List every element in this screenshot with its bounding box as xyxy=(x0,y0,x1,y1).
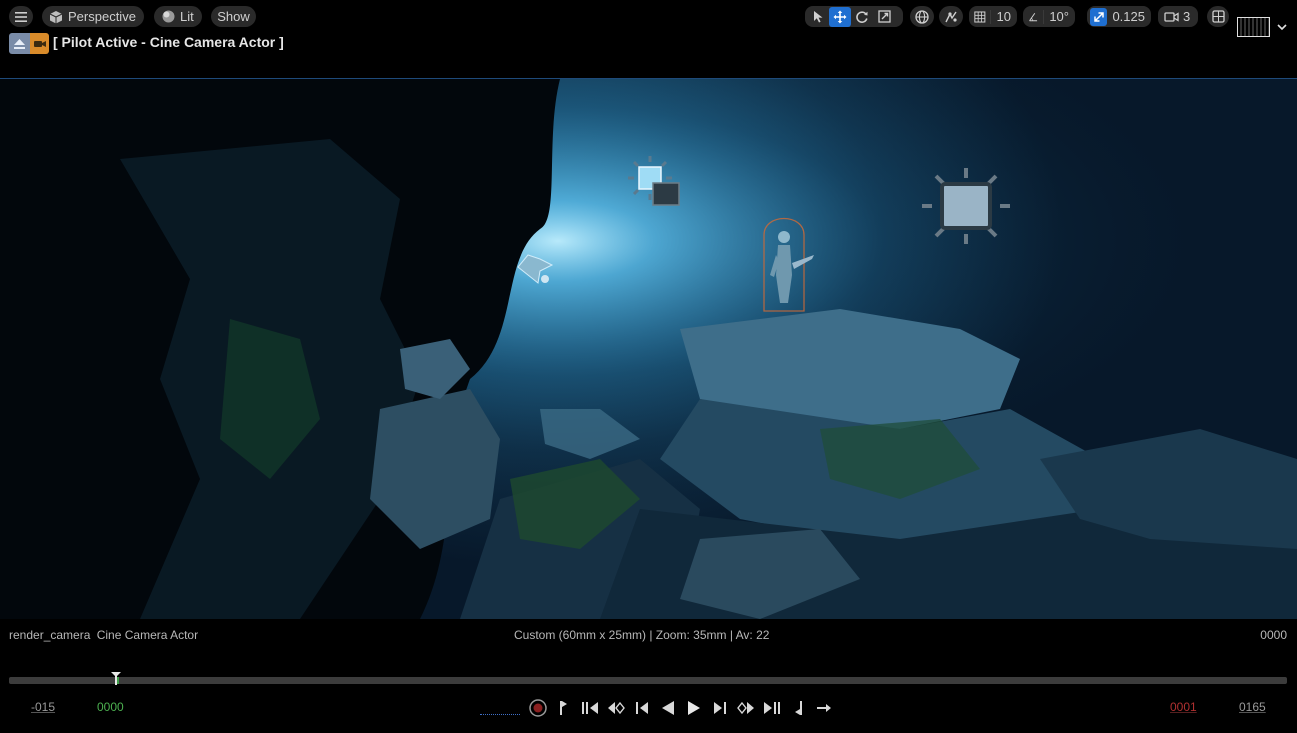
jump-to-next-key-button[interactable] xyxy=(759,696,785,720)
previous-frame-button[interactable] xyxy=(629,696,655,720)
viewport-mode-button[interactable]: Perspective xyxy=(42,6,144,27)
rotate-button[interactable] xyxy=(851,7,873,27)
scale-snap-icon xyxy=(1093,11,1104,22)
scale-snap-value: 0.125 xyxy=(1112,9,1145,24)
translate-button[interactable] xyxy=(829,6,851,27)
next-key-icon xyxy=(737,701,754,715)
camera-name-label: render_camera Cine Camera Actor xyxy=(9,628,198,642)
play-icon xyxy=(688,701,700,715)
timeline-scrubber[interactable] xyxy=(9,677,1287,684)
transform-tools xyxy=(805,6,903,27)
layout-icon xyxy=(1211,10,1225,23)
step-forward-icon xyxy=(764,702,780,714)
transport-controls xyxy=(525,696,837,720)
eject-pilot-button[interactable] xyxy=(9,33,49,54)
divider xyxy=(989,9,991,24)
record-button[interactable] xyxy=(525,696,551,720)
scale-snap-button[interactable]: 0.125 xyxy=(1087,6,1151,27)
viewport-mode-label: Perspective xyxy=(68,9,136,24)
skip-to-end-icon xyxy=(795,701,802,715)
start-frame-label[interactable]: -015 xyxy=(31,700,55,714)
view-mode-button[interactable]: Lit xyxy=(154,6,202,27)
current-frame-label[interactable]: 0000 xyxy=(97,700,124,714)
playhead-marker[interactable] xyxy=(110,671,122,685)
cube-icon xyxy=(49,10,63,24)
rotate-icon xyxy=(856,10,868,23)
show-label: Show xyxy=(217,9,250,24)
rotation-snap-button[interactable]: 10° xyxy=(1023,6,1075,27)
view-mode-label: Lit xyxy=(180,9,194,24)
scale-snap-toggle[interactable] xyxy=(1090,7,1108,26)
play-button[interactable] xyxy=(681,696,707,720)
jump-to-end-button[interactable] xyxy=(785,696,811,720)
grid-icon xyxy=(974,10,986,23)
range-bar xyxy=(480,713,520,715)
camera-name: render_camera xyxy=(9,628,91,642)
frame-forward-icon xyxy=(714,702,726,714)
jump-to-start-button[interactable] xyxy=(551,696,577,720)
jump-to-previous-key-button[interactable] xyxy=(577,696,603,720)
end-frame-label[interactable]: 0165 xyxy=(1239,700,1266,714)
frame-counter: 0000 xyxy=(1260,628,1287,642)
move-icon xyxy=(833,10,847,23)
pilot-title: [ Pilot Active - Cine Camera Actor ] xyxy=(53,34,284,50)
frame-back-icon xyxy=(636,702,648,714)
level-viewport[interactable] xyxy=(0,78,1297,619)
cine-camera-icon xyxy=(30,33,49,54)
select-button[interactable] xyxy=(807,7,829,27)
globe-icon xyxy=(915,9,929,24)
hamburger-icon xyxy=(15,11,27,22)
scale-icon xyxy=(877,10,891,23)
play-reverse-button[interactable] xyxy=(655,696,681,720)
viewport-preview-thumbnail xyxy=(1237,17,1270,37)
menu-button[interactable] xyxy=(9,6,33,27)
play-reverse-icon xyxy=(662,701,674,715)
camera-speed-button[interactable]: 3 xyxy=(1158,6,1198,27)
sphere-icon xyxy=(162,10,175,23)
viewport-options-dropdown[interactable] xyxy=(1236,16,1294,40)
divider xyxy=(1042,9,1044,24)
camera-type: Cine Camera Actor xyxy=(96,628,199,642)
arrow-right-icon xyxy=(817,704,831,712)
cursor-icon xyxy=(813,11,822,23)
surface-snap-icon xyxy=(945,11,957,22)
eject-icon xyxy=(9,33,30,54)
record-icon xyxy=(529,699,547,717)
prev-key-icon xyxy=(608,701,625,715)
skip-to-start-icon xyxy=(560,701,567,715)
next-keyframe-button[interactable] xyxy=(733,696,759,720)
camera-icon xyxy=(1164,11,1179,22)
chevron-down-icon xyxy=(1277,24,1287,31)
playback-start-label[interactable]: 0001 xyxy=(1170,700,1197,714)
camera-speed-value: 3 xyxy=(1183,9,1191,24)
rotation-snap-value: 10° xyxy=(1049,9,1069,24)
layout-button[interactable] xyxy=(1207,6,1229,27)
loop-mode-button[interactable] xyxy=(811,696,837,720)
step-back-icon xyxy=(582,702,598,714)
surface-snap-button[interactable] xyxy=(939,6,963,27)
next-frame-button[interactable] xyxy=(707,696,733,720)
camera-info-label: Custom (60mm x 25mm) | Zoom: 35mm | Av: … xyxy=(514,628,770,642)
scale-button[interactable] xyxy=(873,7,895,27)
show-button[interactable]: Show xyxy=(211,6,256,27)
world-local-button[interactable] xyxy=(910,6,934,27)
playhead-line xyxy=(117,677,119,684)
angle-icon xyxy=(1029,12,1038,21)
grid-snap-button[interactable]: 10 xyxy=(969,6,1017,27)
previous-keyframe-button[interactable] xyxy=(603,696,629,720)
grid-snap-value: 10 xyxy=(996,9,1011,24)
